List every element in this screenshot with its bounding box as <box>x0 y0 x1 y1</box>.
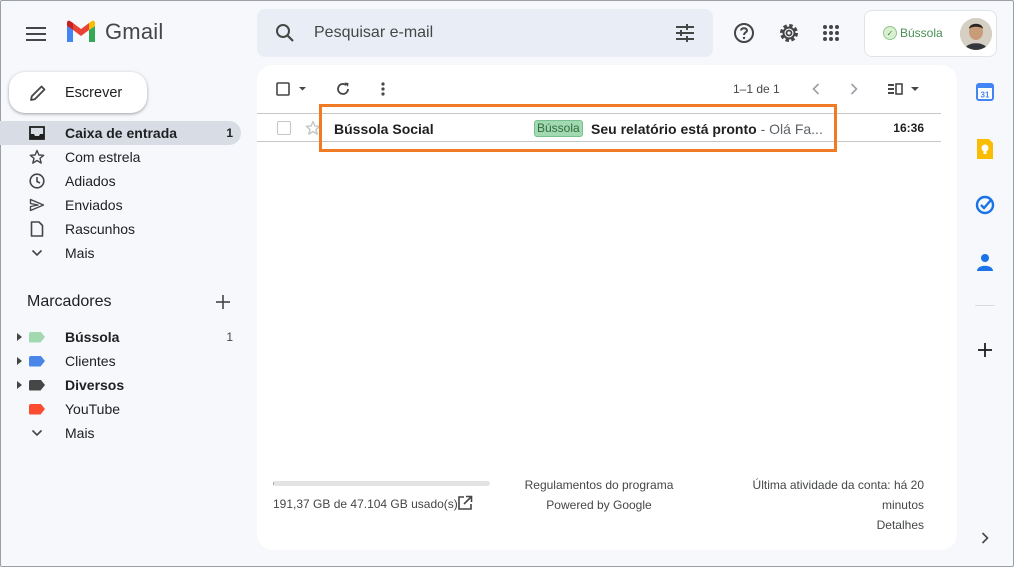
last-activity-text: Última atividade da conta: há 20 <box>752 478 924 492</box>
pagination-text[interactable]: 1–1 de 1 <box>733 82 780 96</box>
nav-label: Rascunhos <box>65 221 136 237</box>
inbox-icon <box>27 123 47 143</box>
contacts-icon[interactable] <box>974 251 996 273</box>
program-policies-link[interactable]: Regulamentos do programa <box>499 475 699 495</box>
svg-text:31: 31 <box>981 91 990 100</box>
footer-links: Regulamentos do programa Powered by Goog… <box>499 475 699 515</box>
nav-label: Adiados <box>65 173 116 189</box>
nav-item-drafts[interactable]: Rascunhos <box>0 217 241 241</box>
email-snippet: - Olá Fa... <box>756 121 823 137</box>
gmail-logo[interactable]: Gmail <box>65 19 163 45</box>
add-label-plus-icon[interactable] <box>213 292 233 312</box>
main-menu-button[interactable] <box>22 20 50 48</box>
label-tag-icon <box>29 403 45 415</box>
star-icon[interactable] <box>305 120 321 136</box>
open-external-icon[interactable] <box>457 495 473 511</box>
select-all-checkbox[interactable] <box>274 78 310 100</box>
label-name: YouTube <box>65 401 121 417</box>
apps-grid-icon[interactable] <box>818 20 844 46</box>
expand-arrow-icon[interactable] <box>15 333 23 341</box>
label-item-diversos[interactable]: Diversos <box>0 373 241 397</box>
refresh-icon[interactable] <box>332 78 354 100</box>
pencil-icon <box>27 82 49 104</box>
brand-name: Bússola <box>900 26 943 40</box>
show-side-panel-chevron-icon[interactable] <box>974 527 996 549</box>
label-name: Clientes <box>65 353 116 369</box>
help-icon[interactable] <box>731 20 757 46</box>
label-count: 1 <box>226 330 233 344</box>
tasks-icon[interactable] <box>974 194 996 216</box>
calendar-icon[interactable]: 31 <box>974 81 996 103</box>
clock-icon <box>27 171 47 191</box>
compass-logo-icon: ✓ <box>883 26 897 40</box>
activity-details-link[interactable]: Detalhes <box>737 515 924 535</box>
expand-arrow-icon[interactable] <box>15 357 23 365</box>
storage-usage-bar <box>273 481 490 486</box>
nav-label: Enviados <box>65 197 123 213</box>
settings-gear-icon[interactable] <box>776 20 802 46</box>
email-label-chip[interactable]: Bússola <box>534 120 583 137</box>
email-subject-text: Seu relatório está pronto <box>591 121 757 137</box>
organization-brand: ✓ Bússola <box>883 26 943 40</box>
expand-arrow-icon[interactable] <box>15 381 23 389</box>
nav-item-inbox[interactable]: Caixa de entrada 1 <box>0 121 241 145</box>
labels-section-title: Marcadores <box>27 293 112 310</box>
chevron-down-icon <box>27 243 47 263</box>
keep-notes-icon[interactable] <box>974 138 996 160</box>
account-switcher[interactable]: ✓ Bússola <box>864 10 997 57</box>
search-icon[interactable] <box>263 9 307 57</box>
nav-item-snoozed[interactable]: Adiados <box>0 169 241 193</box>
chevron-down-icon <box>27 423 47 443</box>
search-input[interactable] <box>314 24 654 42</box>
label-name: Bússola <box>65 329 120 345</box>
last-activity-text-cont: minutos <box>881 498 924 512</box>
storage-usage-text: 191,37 GB de 47.104 GB usado(s) <box>273 497 458 511</box>
previous-page-chevron-icon[interactable] <box>805 78 827 100</box>
search-options-icon[interactable] <box>673 21 697 45</box>
label-name: Mais <box>65 425 95 441</box>
nav-item-more[interactable]: Mais <box>0 241 241 265</box>
star-icon <box>27 147 47 167</box>
avatar[interactable] <box>960 18 992 50</box>
side-panel-divider <box>975 305 995 306</box>
split-pane-toggle-icon[interactable] <box>884 78 924 100</box>
next-page-chevron-icon[interactable] <box>843 78 865 100</box>
label-tag-icon <box>29 379 45 391</box>
powered-by-google-text: Powered by Google <box>546 498 652 512</box>
email-time: 16:36 <box>893 121 924 135</box>
email-row-checkbox[interactable] <box>277 121 291 135</box>
email-sender: Bússola Social <box>334 121 434 137</box>
search-bar[interactable] <box>257 9 713 57</box>
compose-button[interactable]: Escrever <box>9 72 147 113</box>
hamburger-icon <box>26 27 46 41</box>
nav-label: Caixa de entrada <box>65 125 178 141</box>
label-name: Diversos <box>65 377 125 393</box>
send-icon <box>27 195 47 215</box>
compose-label: Escrever <box>65 84 123 101</box>
label-item-youtube[interactable]: YouTube <box>0 397 241 421</box>
nav-item-sent[interactable]: Enviados <box>0 193 241 217</box>
nav-item-starred[interactable]: Com estrela <box>0 145 241 169</box>
label-tag-icon <box>29 331 45 343</box>
storage-usage-fill <box>273 481 274 486</box>
unread-count: 1 <box>226 126 233 140</box>
label-tag-icon <box>29 355 45 367</box>
more-vertical-icon[interactable] <box>372 78 394 100</box>
nav-label: Mais <box>65 245 95 261</box>
email-row[interactable]: Bússola Social Bússola Seu relatório est… <box>257 113 941 142</box>
app-name: Gmail <box>105 19 164 44</box>
label-item-more[interactable]: Mais <box>0 421 241 445</box>
get-addons-plus-icon[interactable] <box>974 339 996 361</box>
email-subject: Seu relatório está pronto - Olá Fa... <box>591 121 823 137</box>
gmail-m-icon <box>67 20 95 42</box>
mail-list-panel: 1–1 de 1 Bússola Social Bússola Seu rela… <box>257 65 957 550</box>
draft-icon <box>27 219 47 239</box>
label-item-bussola[interactable]: Bússola 1 <box>0 325 241 349</box>
nav-label: Com estrela <box>65 149 141 165</box>
account-activity: Última atividade da conta: há 20 minutos… <box>737 475 924 535</box>
label-item-clientes[interactable]: Clientes <box>0 349 241 373</box>
